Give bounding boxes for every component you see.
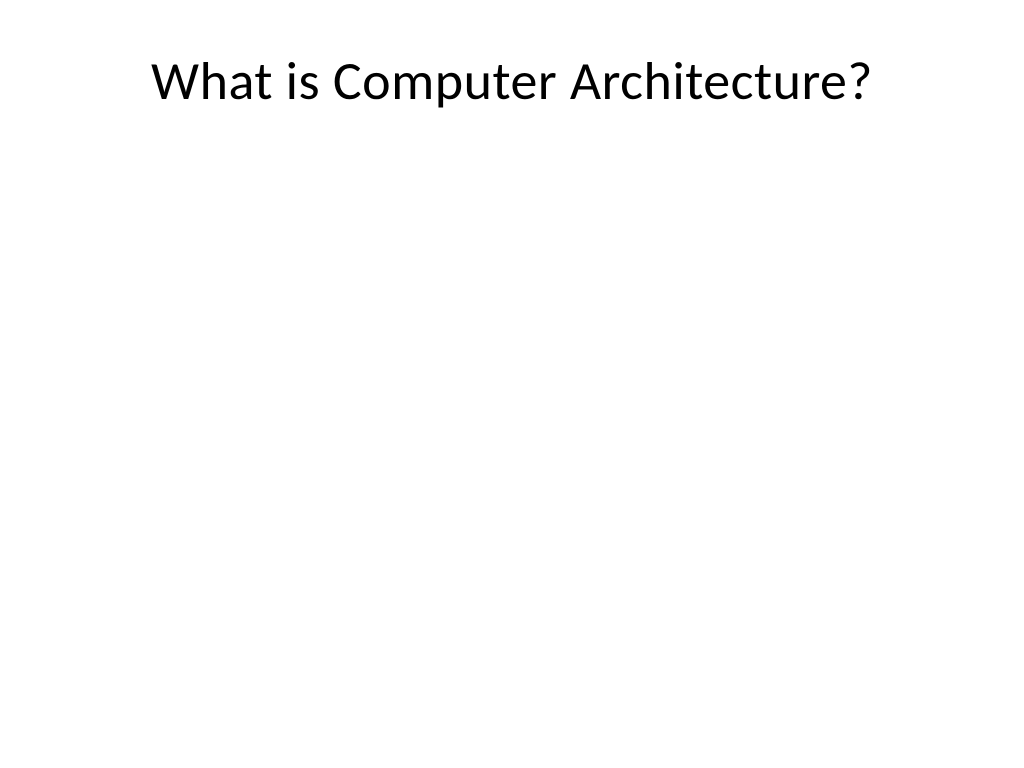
slide-title: What is Computer Architecture?: [0, 48, 1024, 114]
slide-container: What is Computer Architecture?: [0, 0, 1024, 768]
